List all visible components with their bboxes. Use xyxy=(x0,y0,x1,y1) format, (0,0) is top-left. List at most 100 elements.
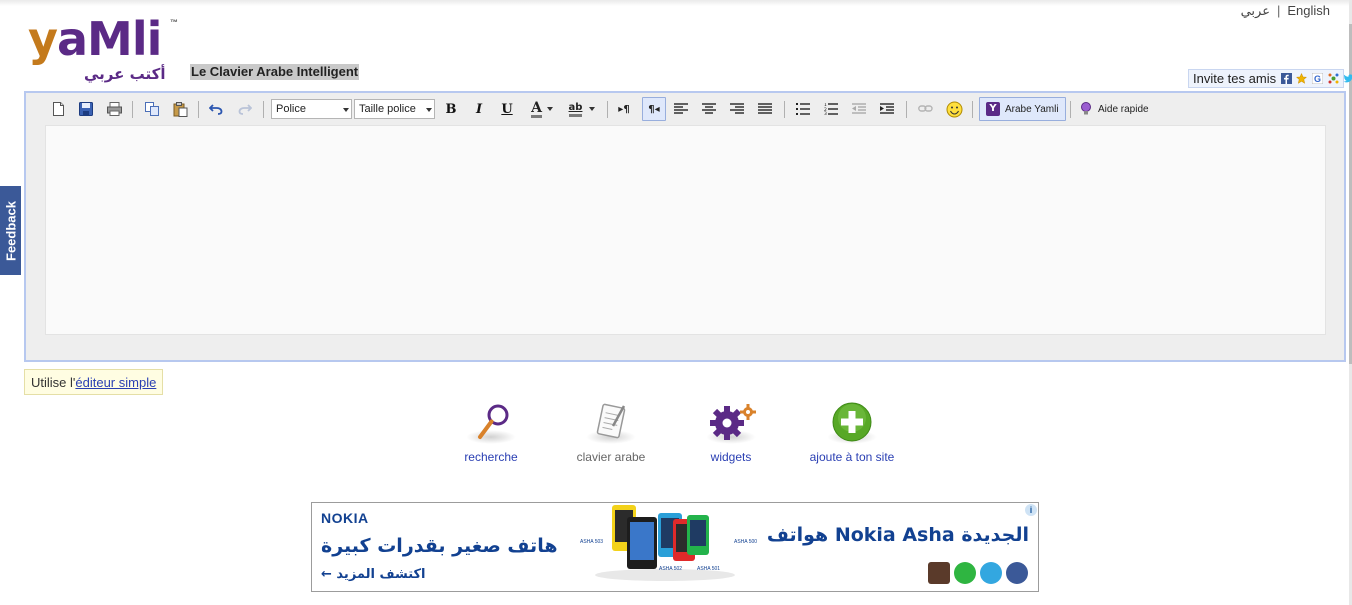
notepad-icon xyxy=(596,403,626,439)
svg-text:G: G xyxy=(1314,74,1321,84)
feature-recherche[interactable]: recherche xyxy=(431,402,551,464)
share-icon[interactable] xyxy=(1328,73,1339,84)
lang-separator: | xyxy=(1276,3,1281,18)
font-color-letter: A xyxy=(531,99,542,118)
toolbar-separator xyxy=(263,101,264,118)
ad-brand: NOKIA xyxy=(321,510,369,526)
feature-ajoute-site[interactable]: ajoute à ton site xyxy=(792,402,912,464)
editor-toolbar: Police Taille police B I U A ab ▸¶ ¶◂ 1 … xyxy=(46,97,1326,123)
feedback-label: Feedback xyxy=(3,200,18,261)
ad-cta[interactable]: ← اكتشف المزيد xyxy=(321,567,426,582)
ad-info-icon[interactable]: i xyxy=(1025,504,1037,516)
chevron-down-icon xyxy=(343,108,349,112)
toolbar-separator xyxy=(972,101,973,118)
lightbulb-icon xyxy=(1081,102,1091,115)
toolbar-separator xyxy=(132,101,133,118)
invite-label: Invite tes amis xyxy=(1193,71,1277,86)
gears-icon xyxy=(710,404,756,440)
align-left-icon[interactable] xyxy=(670,97,692,121)
feature-widgets[interactable]: widgets xyxy=(671,402,791,464)
highlight-color-button[interactable]: ab xyxy=(564,97,600,121)
yamli-icon: Y xyxy=(986,102,1000,116)
link-icon[interactable] xyxy=(914,97,936,121)
print-icon[interactable] xyxy=(103,97,125,121)
chevron-down-icon xyxy=(546,107,553,111)
editor-text-area[interactable] xyxy=(45,125,1326,335)
italic-button[interactable]: I xyxy=(468,97,490,121)
logo-arabic-text: أكتب عربي xyxy=(84,65,166,83)
ad-phones-image: ASHA 503 ASHA 502 ASHA 501 ASHA 500 xyxy=(577,503,772,591)
star-icon[interactable] xyxy=(1296,73,1308,84)
svg-text:3: 3 xyxy=(824,111,827,115)
save-icon[interactable] xyxy=(75,97,97,121)
logo-letter-y: y xyxy=(28,12,58,66)
new-document-icon[interactable] xyxy=(47,97,69,121)
facebook-icon xyxy=(1006,562,1028,584)
toolbar-separator xyxy=(607,101,608,118)
underline-button[interactable]: U xyxy=(496,97,518,121)
font-size-value: Taille police xyxy=(359,103,416,115)
bold-button[interactable]: B xyxy=(440,97,462,121)
toolbar-separator xyxy=(1070,101,1071,118)
bbm-icon xyxy=(928,562,950,584)
simple-editor-prefix: Utilise l' xyxy=(31,375,76,390)
ad-headline-right: هواتف Nokia Asha الجديدة xyxy=(766,524,1029,546)
invite-friends-bar[interactable]: Invite tes amis G xyxy=(1188,69,1352,88)
toolbar-separator xyxy=(784,101,785,118)
logo-wordmark: yaMli xyxy=(28,12,162,66)
font-size-select[interactable]: Taille police xyxy=(354,99,435,119)
justify-icon[interactable] xyxy=(754,97,776,121)
font-family-value: Police xyxy=(276,103,306,115)
ad-model-501: ASHA 501 xyxy=(697,566,721,572)
chevron-down-icon xyxy=(426,108,432,112)
ad-social-icons xyxy=(928,562,1028,584)
lang-arabic-link[interactable]: عربي xyxy=(1241,3,1270,18)
arabe-yamli-label: Arabe Yamli xyxy=(1005,103,1059,115)
ad-headline-left: هاتف صغير بقدرات كبيرة xyxy=(321,535,558,557)
feature-clavier-arabe: clavier arabe xyxy=(551,402,671,464)
toolbar-separator xyxy=(906,101,907,118)
align-center-icon[interactable] xyxy=(698,97,720,121)
ad-model-503: ASHA 503 xyxy=(580,539,604,545)
site-tagline: Le Clavier Arabe Intelligent xyxy=(190,64,360,80)
toolbar-separator xyxy=(198,101,199,118)
rtl-icon[interactable]: ¶◂ xyxy=(642,97,666,121)
plus-circle-icon xyxy=(832,402,872,442)
whatsapp-icon xyxy=(954,562,976,584)
twitter-icon xyxy=(980,562,1002,584)
facebook-icon[interactable] xyxy=(1280,73,1292,84)
chevron-down-icon xyxy=(589,107,596,111)
arabe-yamli-button[interactable]: Y Arabe Yamli xyxy=(979,97,1066,121)
undo-icon[interactable] xyxy=(205,97,227,121)
ltr-icon[interactable]: ▸¶ xyxy=(613,97,635,121)
top-shade xyxy=(0,0,1352,6)
aide-rapide-button[interactable]: Aide rapide xyxy=(1074,97,1155,121)
twitter-icon[interactable] xyxy=(1343,73,1352,84)
bullet-list-icon[interactable] xyxy=(792,97,814,121)
indent-icon[interactable] xyxy=(876,97,898,121)
redo-icon[interactable] xyxy=(234,97,256,121)
language-switcher: عربي | English xyxy=(1241,3,1330,19)
yamli-logo[interactable]: yaMli ™ أكتب عربي xyxy=(28,12,188,86)
feature-ajoute-site-label: ajoute à ton site xyxy=(809,450,895,464)
lang-english-link[interactable]: English xyxy=(1287,3,1330,18)
smiley-icon[interactable] xyxy=(943,97,965,121)
logo-letters-rest: aMli xyxy=(57,12,162,66)
ad-model-502: ASHA 502 xyxy=(659,566,683,572)
feature-clavier-arabe-label: clavier arabe xyxy=(576,450,646,464)
highlight-letter: ab xyxy=(568,102,583,117)
magnifier-icon xyxy=(478,404,509,439)
outdent-icon[interactable] xyxy=(848,97,870,121)
aide-rapide-label: Aide rapide xyxy=(1098,103,1149,115)
font-color-button[interactable]: A xyxy=(526,97,558,121)
nokia-ad-banner[interactable]: NOKIA هاتف صغير بقدرات كبيرة ← اكتشف الم… xyxy=(311,502,1039,592)
simple-editor-link[interactable]: éditeur simple xyxy=(75,375,156,390)
paste-icon[interactable] xyxy=(169,97,191,121)
numbered-list-icon[interactable]: 123 xyxy=(820,97,842,121)
feedback-tab[interactable]: Feedback xyxy=(0,186,21,275)
font-family-select[interactable]: Police xyxy=(271,99,352,119)
copy-icon[interactable] xyxy=(141,97,163,121)
align-right-icon[interactable] xyxy=(726,97,748,121)
feature-widgets-label: widgets xyxy=(710,450,752,464)
google-icon[interactable]: G xyxy=(1311,73,1323,84)
